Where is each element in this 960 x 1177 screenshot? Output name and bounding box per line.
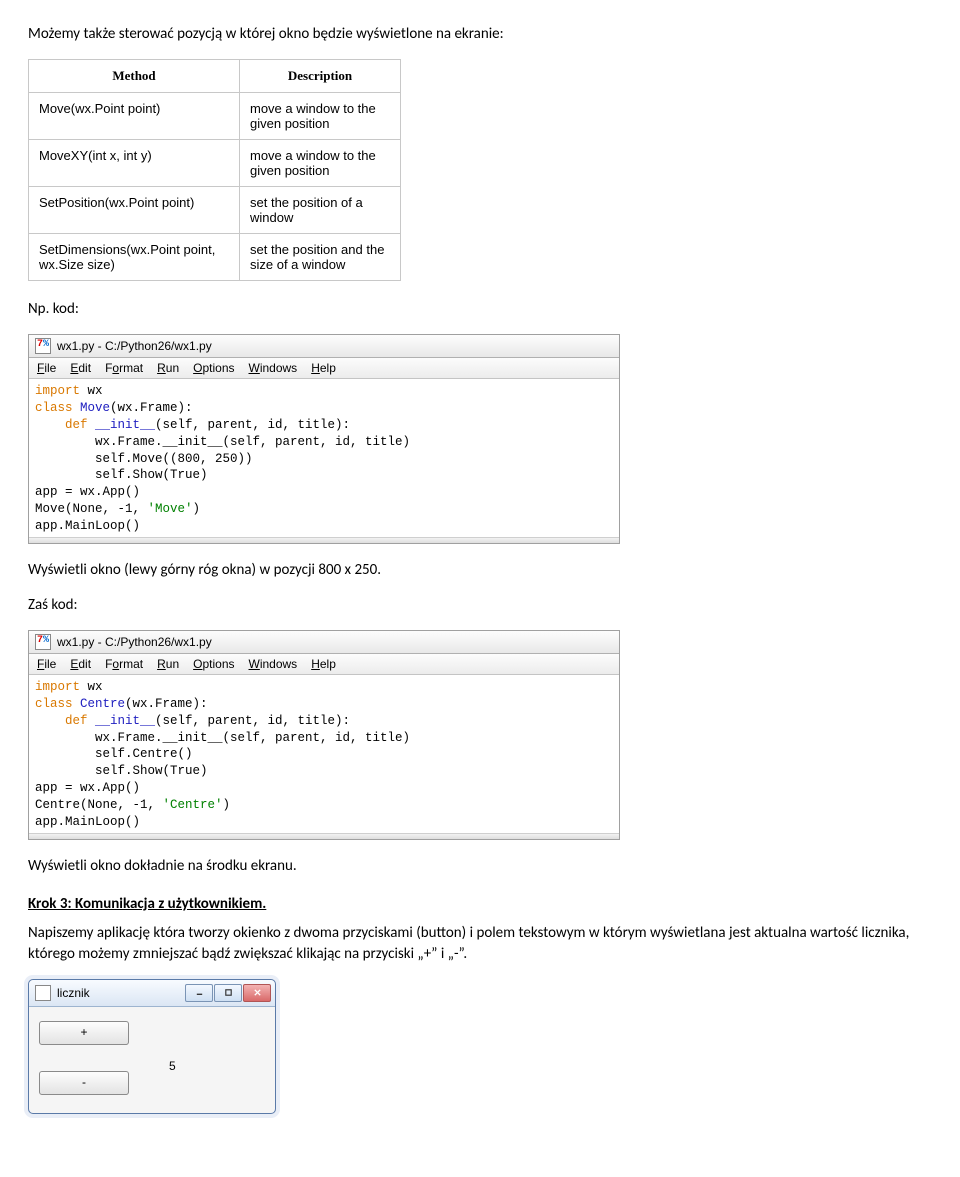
menu-options[interactable]: Options xyxy=(193,657,234,671)
menu-format[interactable]: Format xyxy=(105,361,143,375)
menu-file[interactable]: File xyxy=(37,657,56,671)
table-row: Move(wx.Point point) move a window to th… xyxy=(29,93,401,140)
menu-options[interactable]: Options xyxy=(193,361,234,375)
idle1-scrollbar[interactable] xyxy=(29,537,619,543)
licznik-window: licznik + - 5 xyxy=(28,979,276,1114)
paragraph-intro: Możemy także sterować pozycją w której o… xyxy=(28,24,932,45)
python-idle-icon: 7% xyxy=(35,634,51,650)
cell-desc: set the position and the size of a windo… xyxy=(240,234,401,281)
python-idle-icon: 7% xyxy=(35,338,51,354)
col-description: Description xyxy=(240,60,401,93)
menu-run[interactable]: Run xyxy=(157,361,179,375)
idle2-code[interactable]: import wx class Centre(wx.Frame): def __… xyxy=(29,675,619,833)
licznik-title-text: licznik xyxy=(57,986,184,1000)
menu-help[interactable]: Help xyxy=(311,657,336,671)
paragraph-result2: Wyświetli okno dokładnie na środku ekran… xyxy=(28,856,932,877)
idle2-scrollbar[interactable] xyxy=(29,833,619,839)
paragraph-result1: Wyświetli okno (lewy górny róg okna) w p… xyxy=(28,560,932,581)
minimize-button[interactable] xyxy=(185,984,213,1002)
idle-editor-1: 7% wx1.py - C:/Python26/wx1.py FFileile … xyxy=(28,334,620,544)
menu-windows[interactable]: Windows xyxy=(249,657,298,671)
close-button[interactable] xyxy=(243,984,271,1002)
idle-editor-2: 7% wx1.py - C:/Python26/wx1.py File Edit… xyxy=(28,630,620,840)
menu-edit[interactable]: Edit xyxy=(70,361,91,375)
idle1-menubar: FFileile Edit Format Run Options Windows… xyxy=(29,358,619,379)
cell-desc: move a window to the given position xyxy=(240,93,401,140)
menu-edit[interactable]: Edit xyxy=(70,657,91,671)
col-method: Method xyxy=(29,60,240,93)
menu-format[interactable]: Format xyxy=(105,657,143,671)
cell-method: Move(wx.Point point) xyxy=(29,93,240,140)
minus-button[interactable]: - xyxy=(39,1071,129,1095)
counter-value: 5 xyxy=(169,1059,176,1073)
cell-method: SetDimensions(wx.Point point, wx.Size si… xyxy=(29,234,240,281)
idle2-menubar: File Edit Format Run Options Windows Hel… xyxy=(29,654,619,675)
cell-desc: move a window to the given position xyxy=(240,140,401,187)
licznik-titlebar[interactable]: licznik xyxy=(29,980,275,1007)
step3-heading: Krok 3: Komunikacja z użytkownikiem. xyxy=(28,895,932,913)
idle1-title: wx1.py - C:/Python26/wx1.py xyxy=(57,339,212,353)
table-row: SetDimensions(wx.Point point, wx.Size si… xyxy=(29,234,401,281)
cell-method: MoveXY(int x, int y) xyxy=(29,140,240,187)
idle1-code[interactable]: import wx class Move(wx.Frame): def __in… xyxy=(29,379,619,537)
idle2-titlebar[interactable]: 7% wx1.py - C:/Python26/wx1.py xyxy=(29,631,619,654)
table-row: MoveXY(int x, int y) move a window to th… xyxy=(29,140,401,187)
methods-table: Method Description Move(wx.Point point) … xyxy=(28,59,401,281)
menu-file[interactable]: FFileile xyxy=(37,361,56,375)
idle2-title: wx1.py - C:/Python26/wx1.py xyxy=(57,635,212,649)
idle1-titlebar[interactable]: 7% wx1.py - C:/Python26/wx1.py xyxy=(29,335,619,358)
cell-method: SetPosition(wx.Point point) xyxy=(29,187,240,234)
app-icon xyxy=(35,985,51,1001)
cell-desc: set the position of a window xyxy=(240,187,401,234)
menu-help[interactable]: Help xyxy=(311,361,336,375)
maximize-button[interactable] xyxy=(214,984,242,1002)
table-row: SetPosition(wx.Point point) set the posi… xyxy=(29,187,401,234)
paragraph-next: Zaś kod: xyxy=(28,595,932,616)
paragraph-eg: Np. kod: xyxy=(28,299,932,320)
menu-windows[interactable]: Windows xyxy=(249,361,298,375)
plus-button[interactable]: + xyxy=(39,1021,129,1045)
paragraph-app-desc: Napiszemy aplikację która tworzy okienko… xyxy=(28,923,932,965)
menu-run[interactable]: Run xyxy=(157,657,179,671)
